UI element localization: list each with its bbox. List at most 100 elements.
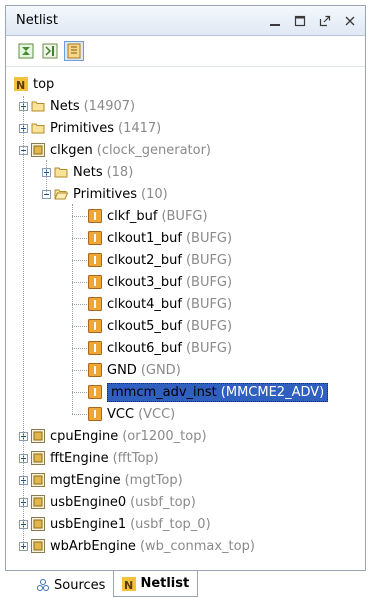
tree-item-primitive[interactable]: clkout1_buf (BUFG)	[88, 228, 232, 248]
tree-item-label: GND	[107, 362, 137, 378]
primitive-icon	[88, 385, 102, 399]
minimize-icon[interactable]	[268, 14, 282, 28]
panel-title: Netlist	[16, 13, 58, 28]
folder-open-icon	[54, 187, 68, 201]
tree-guide-line	[72, 304, 87, 305]
sources-icon	[36, 578, 50, 592]
tree-item-primitive[interactable]: clkout6_buf (BUFG)	[88, 338, 232, 358]
tree-item-primitive[interactable]: clkf_buf (BUFG)	[88, 206, 208, 226]
tree-item-type: (fftTop)	[112, 450, 159, 466]
tree-item-clkgen-primitives[interactable]: Primitives (10)	[42, 184, 168, 204]
tree-item-label: mgtEngine	[50, 472, 121, 488]
tree-item-clkgen-nets[interactable]: Nets (18)	[42, 162, 133, 182]
tree-item-text: usbEngine0 (usbf_top)	[50, 495, 196, 510]
tree-item-text: clkout4_buf (BUFG)	[107, 297, 232, 312]
tree-item-primitive[interactable]: VCC (VCC)	[88, 404, 175, 424]
tree-item-label: Primitives	[73, 186, 138, 202]
tree-item-label: clkout1_buf	[107, 230, 182, 246]
tree-item-module[interactable]: cpuEngine (or1200_top)	[19, 426, 207, 446]
primitive-icon	[88, 297, 102, 311]
tree-guide-line	[72, 282, 87, 283]
tree-guide-line	[72, 260, 87, 261]
tree-guide-line	[72, 414, 87, 415]
tree-item-label: Nets	[50, 98, 80, 114]
tree-item-type: (14907)	[83, 98, 136, 114]
primitive-icon	[88, 341, 102, 355]
tree-item-text: usbEngine1 (usbf_top_0)	[50, 517, 211, 532]
tree-item-text: clkout3_buf (BUFG)	[107, 275, 232, 290]
primitive-icon	[88, 363, 102, 377]
tree-item-label: usbEngine0	[50, 494, 127, 510]
tab-sources[interactable]: Sources	[28, 573, 114, 597]
tree-item-primitive[interactable]: mmcm_adv_inst (MMCME2_ADV)	[88, 382, 329, 402]
folder-icon	[31, 99, 45, 113]
tree-item-text: clkout1_buf (BUFG)	[107, 231, 232, 246]
tree-item-clkgen[interactable]: clkgen (clock_generator)	[19, 140, 211, 160]
tree-item-type: (BUFG)	[185, 274, 233, 290]
tree-item-label: clkgen	[50, 142, 93, 158]
tree-item-module[interactable]: usbEngine1 (usbf_top_0)	[19, 514, 211, 534]
tree-item-label: clkout2_buf	[107, 252, 182, 268]
show-hierarchy-icon[interactable]	[64, 41, 84, 61]
tree-item-primitive[interactable]: clkout3_buf (BUFG)	[88, 272, 232, 292]
tree-item-primitive[interactable]: clkout4_buf (BUFG)	[88, 294, 232, 314]
module-icon	[31, 451, 45, 465]
tree-item-primitive[interactable]: clkout5_buf (BUFG)	[88, 316, 232, 336]
primitive-icon	[88, 275, 102, 289]
tree-item-text: clkout2_buf (BUFG)	[107, 253, 232, 268]
tree-item-type: (BUFG)	[185, 230, 233, 246]
tree-item-primitives[interactable]: Primitives (1417)	[19, 118, 161, 138]
float-icon[interactable]	[318, 14, 332, 28]
tree-item-text: mmcm_adv_inst (MMCME2_ADV)	[107, 382, 329, 402]
tree-item-label: wbArbEngine	[50, 538, 136, 554]
tree-item-top[interactable]: Ntop	[14, 74, 54, 94]
tree-guide-line	[46, 160, 47, 194]
tree-item-type: (10)	[141, 186, 168, 202]
tree-item-type: (or1200_top)	[122, 428, 207, 444]
collapse-all-icon[interactable]	[16, 41, 36, 61]
tree-item-type: (BUFG)	[185, 296, 233, 312]
tree-item-type: (1417)	[118, 120, 162, 136]
tree-item-type: (wb_conmax_top)	[139, 538, 255, 554]
netlist-root-icon: N	[14, 77, 28, 91]
panel-titlebar: Netlist	[6, 6, 365, 36]
tree-item-text: Primitives (10)	[73, 187, 168, 202]
bottom-tabs: Sources N Netlist	[28, 571, 199, 597]
restore-icon[interactable]	[293, 14, 307, 28]
tab-netlist[interactable]: N Netlist	[113, 571, 199, 597]
tree-item-label: usbEngine1	[50, 516, 127, 532]
primitive-icon	[88, 209, 102, 223]
tree-item-text: clkout5_buf (BUFG)	[107, 319, 232, 334]
tree-item-module[interactable]: mgtEngine (mgtTop)	[19, 470, 183, 490]
tree-item-module[interactable]: wbArbEngine (wb_conmax_top)	[19, 536, 255, 556]
tree-item-label: fftEngine	[50, 450, 109, 466]
tree-item-type: (BUFG)	[185, 318, 233, 334]
tree-item-label: Nets	[73, 164, 103, 180]
tree-guide-line	[72, 204, 73, 414]
tree-item-text: VCC (VCC)	[107, 407, 175, 422]
primitive-icon	[88, 231, 102, 245]
netlist-icon: N	[122, 576, 137, 591]
expand-icon[interactable]	[40, 41, 60, 61]
module-icon	[31, 495, 45, 509]
tree-item-text: fftEngine (fftTop)	[50, 451, 159, 466]
tab-netlist-label: Netlist	[140, 576, 190, 591]
tree-item-module[interactable]: usbEngine0 (usbf_top)	[19, 492, 196, 512]
primitive-icon	[88, 253, 102, 267]
close-icon[interactable]	[343, 14, 357, 28]
tree-item-type: (MMCME2_ADV)	[220, 384, 325, 400]
tree-item-text: Primitives (1417)	[50, 121, 161, 136]
window-buttons	[268, 14, 365, 28]
tree-item-module[interactable]: fftEngine (fftTop)	[19, 448, 159, 468]
tree-item-type: (BUFG)	[185, 252, 233, 268]
tree-item-label: clkout4_buf	[107, 296, 182, 312]
tree-guide-line	[72, 216, 87, 217]
tree-item-label: Primitives	[50, 120, 115, 136]
tree-item-primitive[interactable]: GND (GND)	[88, 360, 181, 380]
tree-item-nets[interactable]: Nets (14907)	[19, 96, 135, 116]
tree-item-text: mgtEngine (mgtTop)	[50, 473, 183, 488]
module-icon	[31, 517, 45, 531]
tree-item-text: clkout6_buf (BUFG)	[107, 341, 232, 356]
tab-sources-label: Sources	[54, 577, 106, 593]
tree-item-primitive[interactable]: clkout2_buf (BUFG)	[88, 250, 232, 270]
